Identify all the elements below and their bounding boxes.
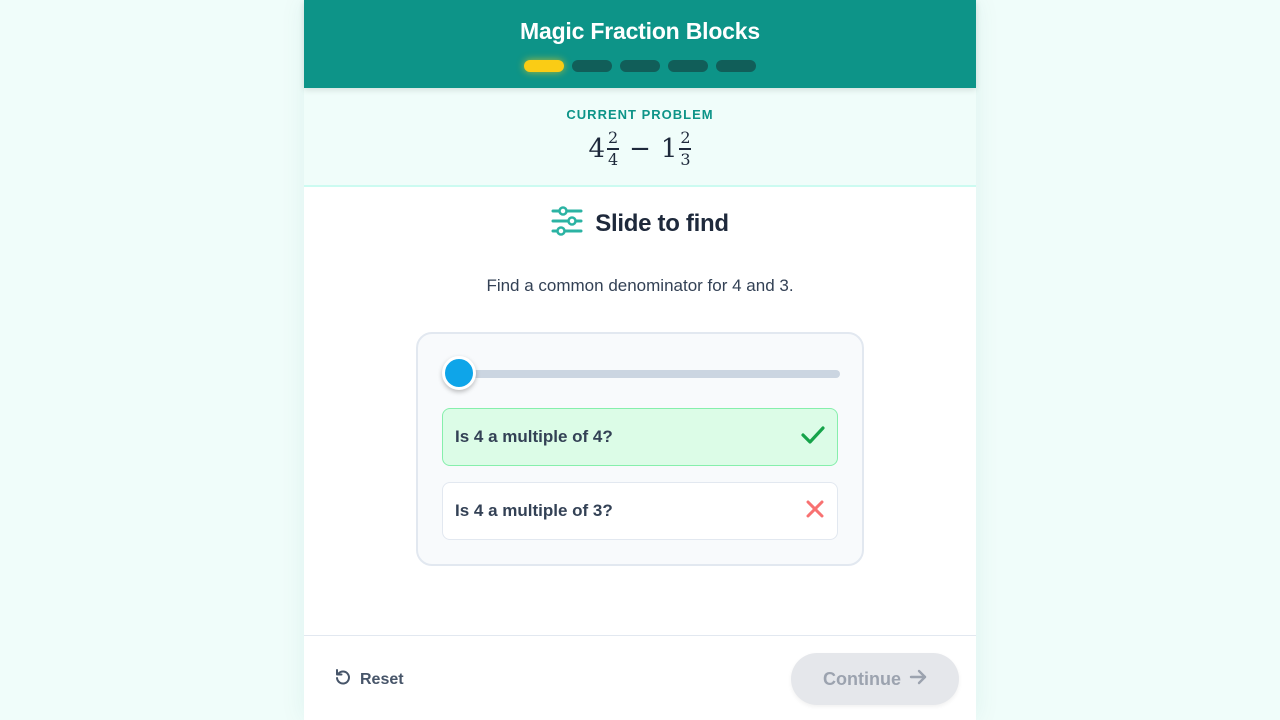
check-icon [801, 425, 825, 450]
x-icon [805, 499, 825, 524]
footer-bar: Reset Continue [304, 635, 976, 720]
progress-steps [524, 60, 756, 72]
reset-label: Reset [360, 670, 404, 688]
check-question: Is 4 a multiple of 3? [455, 501, 613, 520]
second-numerator: 2 [680, 128, 691, 147]
check-row-incorrect: Is 4 a multiple of 3? [442, 482, 838, 540]
undo-icon [334, 668, 352, 691]
slider-thumb[interactable] [442, 356, 476, 390]
check-question: Is 4 a multiple of 4? [455, 427, 613, 446]
progress-step-1 [524, 60, 564, 72]
continue-button[interactable]: Continue [791, 653, 959, 705]
first-denominator: 4 [608, 149, 619, 169]
slider-card: Is 4 a multiple of 4? Is 4 a multiple of… [416, 332, 864, 566]
app-container: Magic Fraction Blocks CURRENT PROBLEM 4 … [304, 0, 976, 720]
check-row-correct: Is 4 a multiple of 4? [442, 408, 838, 466]
app-title: Magic Fraction Blocks [520, 18, 760, 44]
reset-button[interactable]: Reset [334, 668, 404, 691]
current-problem-panel: CURRENT PROBLEM 4 2 4 − 1 2 3 [304, 88, 976, 187]
sliders-icon [551, 206, 583, 241]
progress-step-3 [620, 60, 660, 72]
arrow-right-icon [909, 669, 927, 690]
current-problem-label: CURRENT PROBLEM [566, 107, 714, 122]
progress-step-2 [572, 60, 612, 72]
problem-expression: 4 2 4 − 1 2 3 [304, 130, 976, 168]
first-fraction: 2 4 [607, 128, 620, 169]
continue-label: Continue [823, 668, 901, 689]
app-header: Magic Fraction Blocks [304, 0, 976, 88]
instruction-text: Find a common denominator for 4 and 3. [486, 276, 794, 295]
first-numerator: 2 [608, 128, 619, 147]
second-fraction: 2 3 [679, 128, 692, 169]
second-whole: 1 [660, 133, 678, 164]
operator: − [629, 133, 651, 164]
slider-track[interactable] [442, 370, 840, 378]
section-title: Slide to find [595, 209, 729, 237]
first-whole: 4 [588, 133, 606, 164]
progress-step-5 [716, 60, 756, 72]
section-heading: Slide to find [304, 206, 976, 241]
progress-step-4 [668, 60, 708, 72]
second-denominator: 3 [680, 149, 691, 169]
